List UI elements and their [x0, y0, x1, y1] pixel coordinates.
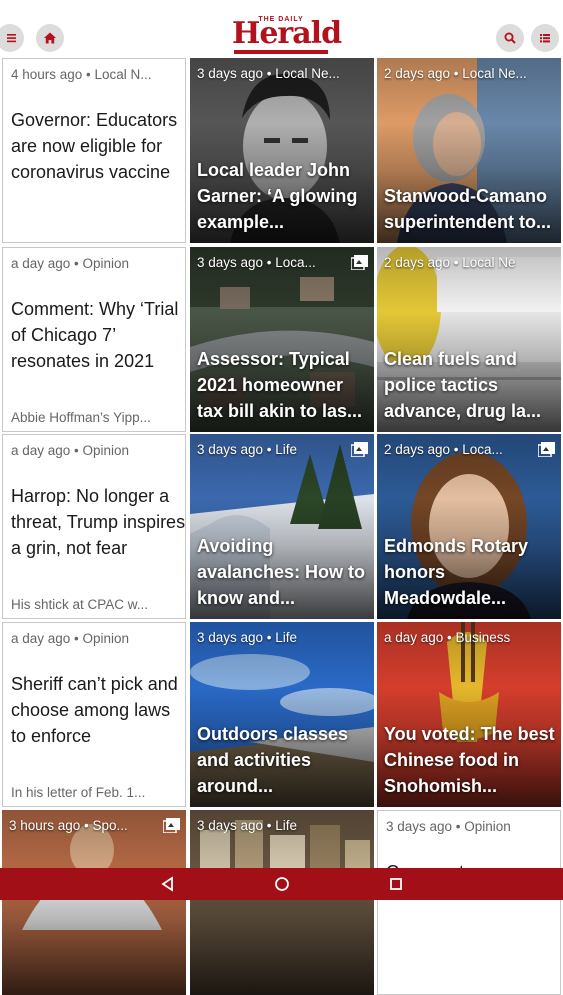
- article-card[interactable]: 3 days ago • Life: [190, 810, 374, 995]
- article-meta: 2 days ago • Local Ne...: [384, 66, 527, 81]
- article-meta: 3 days ago • Opinion: [386, 819, 511, 834]
- article-meta: a day ago • Business: [384, 630, 511, 645]
- article-card[interactable]: a day ago • Opinion Sheriff can’t pick a…: [2, 622, 186, 807]
- article-card[interactable]: a day ago • Business You voted: The best…: [377, 622, 561, 807]
- list-icon: [540, 34, 550, 43]
- image-gradient: [2, 810, 186, 995]
- article-card[interactable]: 3 days ago • Life Avoiding avalanches: H…: [190, 434, 374, 619]
- sections-list-button[interactable]: [531, 24, 559, 52]
- article-headline: Edmonds Rotary honors Meadowdale...: [384, 536, 529, 608]
- article-card[interactable]: 3 days ago • Local Ne... Local leader Jo…: [190, 58, 374, 243]
- search-button[interactable]: [496, 24, 524, 52]
- article-meta: 4 hours ago • Local N...: [11, 67, 152, 82]
- gallery-icon: [351, 255, 368, 270]
- article-headline: Sheriff can’t pick and choose among laws…: [11, 674, 178, 746]
- logo-underline: [234, 50, 328, 54]
- article-card[interactable]: a day ago • Opinion Comment: Why ‘Trial …: [2, 247, 186, 432]
- article-headline: Stanwood-Camano superintendent to...: [384, 186, 552, 232]
- home-icon: [44, 32, 56, 44]
- article-meta: 3 hours ago • Spo...: [9, 818, 128, 833]
- article-meta: 2 days ago • Local Ne: [384, 255, 516, 270]
- article-headline: Governor: Educators are now eligible for…: [11, 110, 178, 182]
- back-icon[interactable]: [160, 876, 176, 892]
- article-card[interactable]: 2 days ago • Local Ne... Stanwood-Camano…: [377, 58, 561, 243]
- herald-logo[interactable]: THE DAILY Herald: [232, 16, 342, 54]
- home-button[interactable]: [36, 24, 64, 52]
- article-card[interactable]: 3 days ago • Loca... Assessor: Typical 2…: [190, 247, 374, 432]
- article-meta: 3 days ago • Life: [197, 630, 298, 645]
- system-nav-bar: [0, 868, 563, 900]
- article-headline: Local leader John Garner: ‘A glowing exa…: [197, 160, 358, 232]
- article-meta: a day ago • Opinion: [11, 256, 130, 271]
- article-headline: Avoiding avalanches: How to know and...: [197, 536, 366, 608]
- article-headline: You voted: The best Chinese food in Snoh…: [384, 724, 555, 796]
- gallery-icon: [538, 442, 555, 457]
- article-meta: 3 days ago • Local Ne...: [197, 66, 340, 81]
- article-card[interactable]: 3 days ago • Life Outdoors classes and a…: [190, 622, 374, 807]
- article-meta: 3 days ago • Life: [197, 818, 298, 833]
- article-meta: 3 days ago • Loca...: [197, 255, 316, 270]
- gallery-icon: [163, 818, 180, 833]
- app-header: THE DAILY Herald: [0, 0, 563, 58]
- article-card[interactable]: 2 days ago • Loca... Edmonds Rotary hono…: [377, 434, 561, 619]
- image-gradient: [190, 810, 374, 995]
- article-meta: 2 days ago • Loca...: [384, 442, 503, 457]
- article-card[interactable]: 3 days ago • Opinion Comment:: [377, 810, 561, 995]
- article-card[interactable]: 3 hours ago • Spo...: [2, 810, 186, 995]
- article-meta: a day ago • Opinion: [11, 631, 130, 646]
- article-headline: Comment: Why ‘Trial of Chicago 7’ resona…: [11, 299, 179, 371]
- menu-button[interactable]: [0, 24, 24, 52]
- article-meta: 3 days ago • Life: [197, 442, 298, 457]
- article-excerpt: Abbie Hoffman’s Yipp...: [11, 410, 151, 425]
- article-card[interactable]: 2 days ago • Local Ne Clean fuels and po…: [377, 247, 561, 432]
- search-icon: [504, 32, 516, 44]
- recents-icon[interactable]: [388, 876, 404, 892]
- gallery-icon: [351, 442, 368, 457]
- article-meta: a day ago • Opinion: [11, 443, 130, 458]
- article-headline: Assessor: Typical 2021 homeowner tax bil…: [197, 349, 363, 421]
- article-excerpt: His shtick at CPAC w...: [11, 597, 149, 612]
- article-headline: Outdoors classes and activities around..…: [197, 724, 349, 796]
- article-headline: Harrop: No longer a threat, Trump inspir…: [11, 486, 186, 558]
- article-card[interactable]: a day ago • Opinion Harrop: No longer a …: [2, 434, 186, 619]
- home-circle-icon[interactable]: [274, 876, 290, 892]
- article-excerpt: In his letter of Feb. 1...: [11, 785, 146, 800]
- logo-text: Herald: [232, 16, 342, 51]
- article-headline: Clean fuels and police tactics advance, …: [384, 349, 542, 421]
- menu-icon: [7, 34, 16, 43]
- article-card[interactable]: 4 hours ago • Local N... Governor: Educa…: [2, 58, 186, 243]
